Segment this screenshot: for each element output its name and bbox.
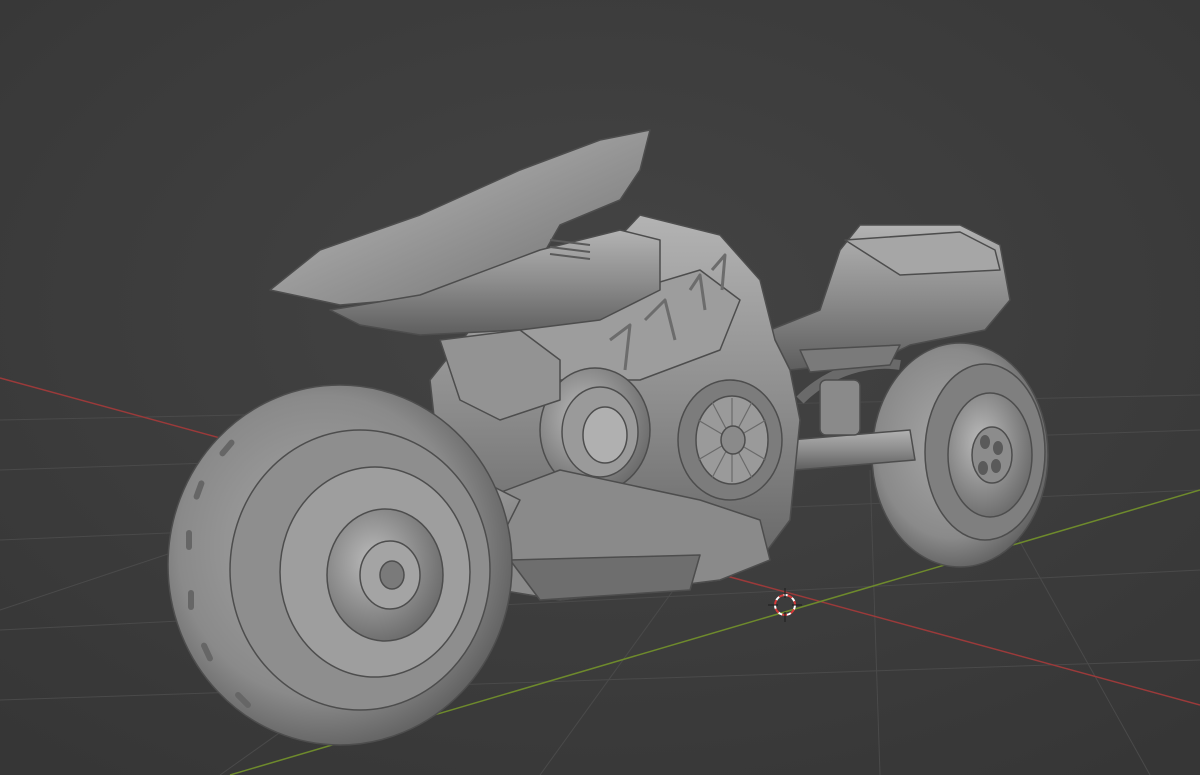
front-wheel (167, 384, 513, 746)
engine-cover-right (677, 379, 783, 501)
3d-viewport[interactable] (0, 0, 1200, 775)
